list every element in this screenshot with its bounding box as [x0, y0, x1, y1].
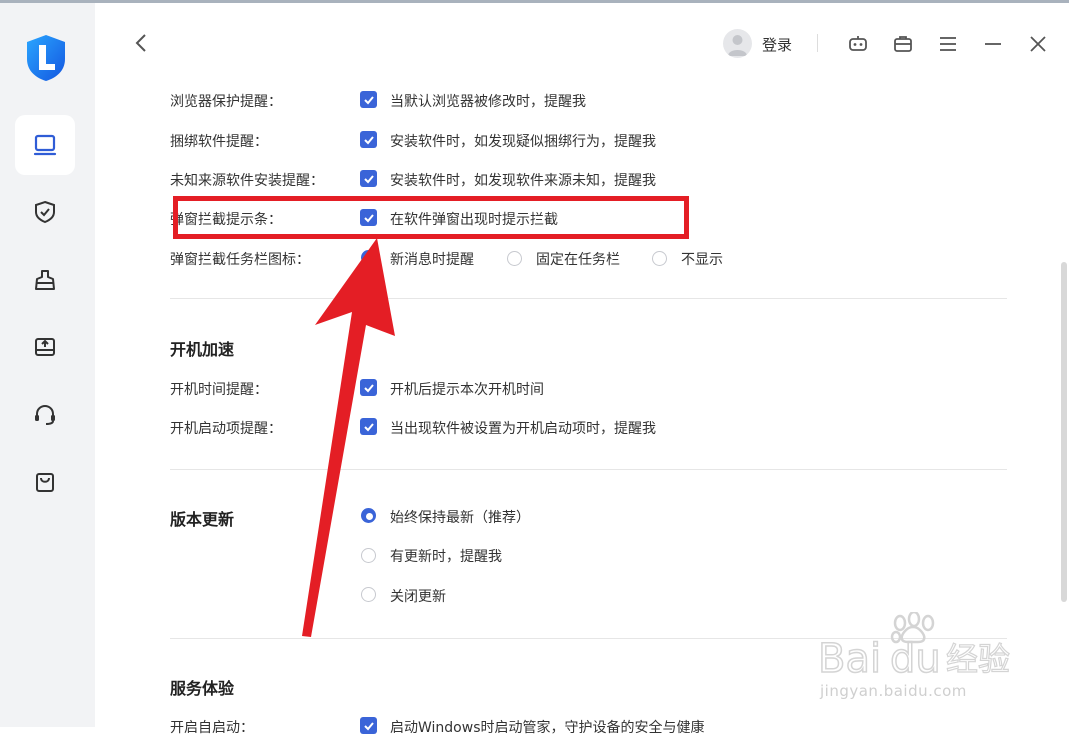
svg-text:du: du: [890, 636, 941, 682]
svg-text:Bai: Bai: [818, 636, 881, 682]
svg-text:经验: 经验: [946, 640, 1010, 678]
watermark-url: jingyan.baidu.com: [820, 682, 967, 700]
